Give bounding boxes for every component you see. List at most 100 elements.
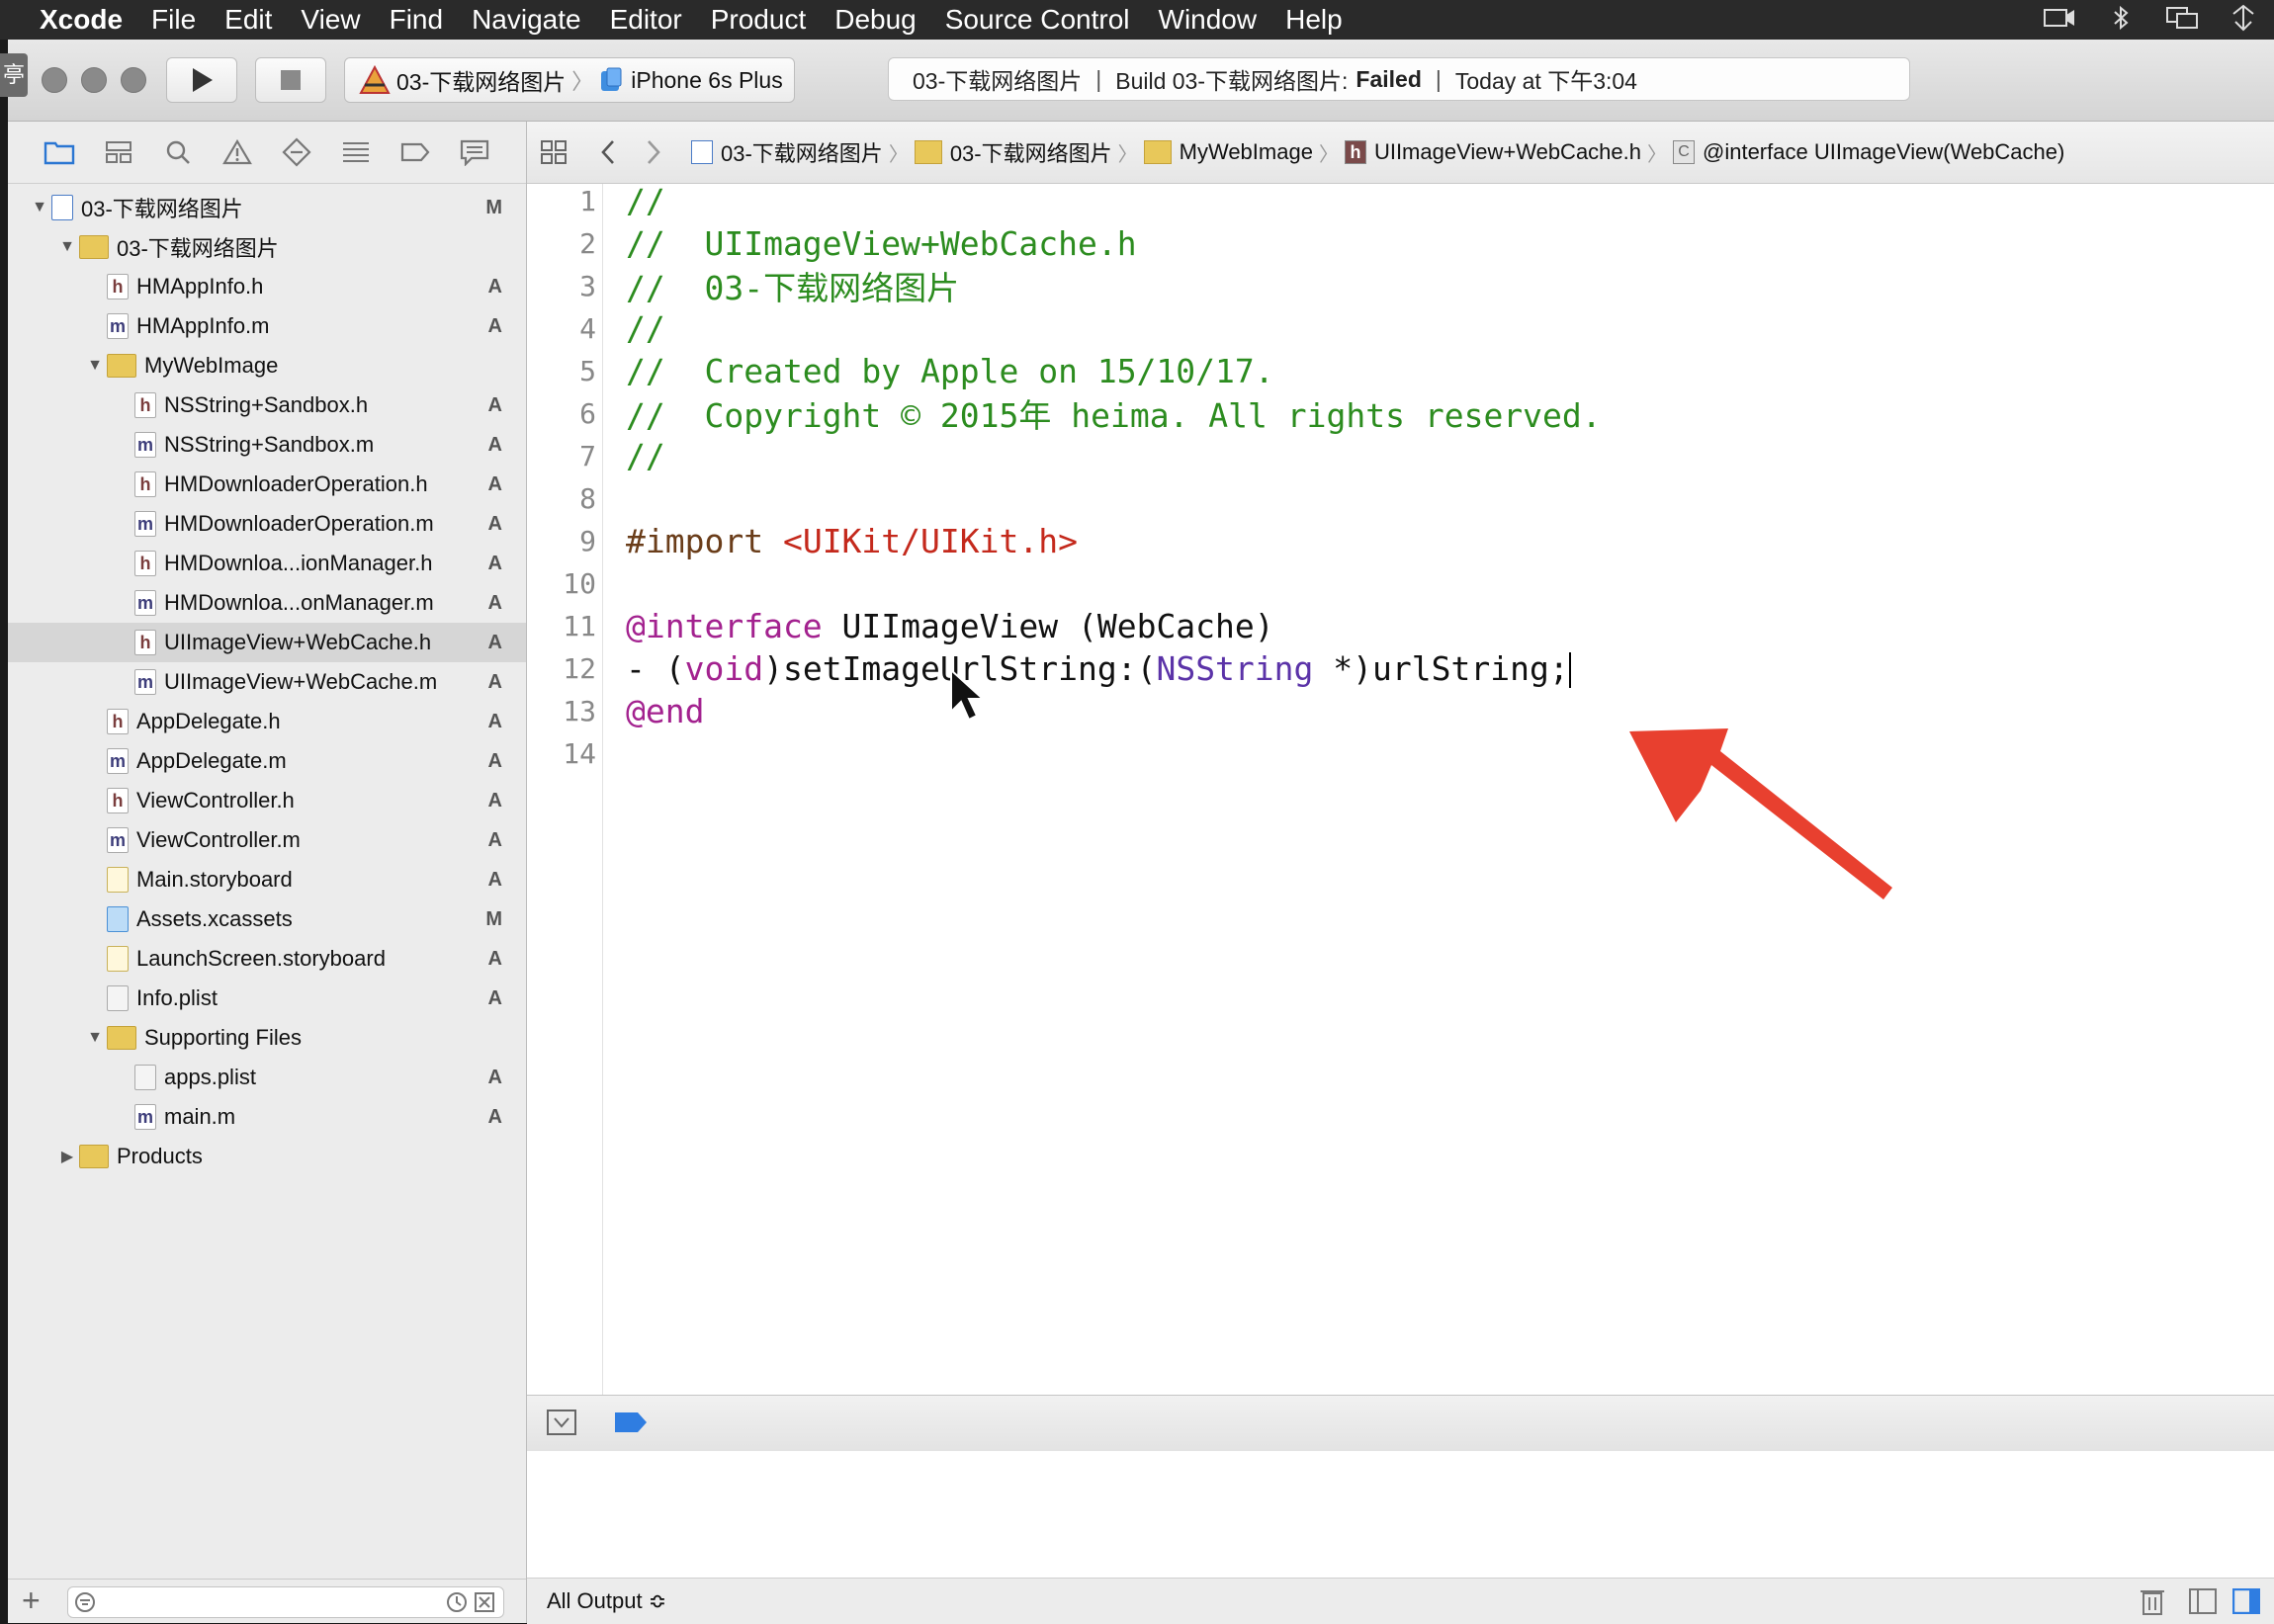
minimize-window-button[interactable] [81,67,107,93]
add-file-icon[interactable]: + [22,1583,41,1617]
breakpoint-navigator-icon[interactable] [386,132,445,172]
disclosure-open-icon[interactable]: ▼ [32,199,47,216]
tree-row[interactable]: ▼ Supporting Files [8,1018,526,1058]
tree-row[interactable]: h AppDelegate.h A [8,702,526,741]
scm-status-badge: A [487,275,502,298]
line-number: 3 [579,269,596,302]
tree-row-label: UIImageView+WebCache.h [164,630,432,654]
breadcrumb-item[interactable]: h UIImageView+WebCache.h [1344,139,1641,165]
recent-files-icon[interactable] [446,1591,468,1613]
scm-status-badge: A [487,986,502,1009]
menu-source-control[interactable]: Source Control [917,4,1130,36]
breadcrumb-item[interactable]: C @interface UIImageView(WebCache) [1673,139,2064,165]
menu-navigate[interactable]: Navigate [443,4,581,36]
line-number: 4 [579,311,596,345]
breadcrumb-item[interactable]: 03-下载网络图片 [914,136,1112,168]
tree-row[interactable]: m UIImageView+WebCache.m A [8,662,526,702]
tree-row[interactable]: h HMDownloa...ionManager.h A [8,544,526,583]
tree-row[interactable]: ▶ Products [8,1137,526,1176]
tree-row[interactable]: m ViewController.m A [8,820,526,860]
menu-edit[interactable]: Edit [196,4,272,36]
breadcrumb-item[interactable]: MyWebImage [1143,139,1313,165]
scheme-selector[interactable]: 03-下载网络图片 〉 iPhone 6s Plus [344,57,795,103]
source-editor[interactable]: 1 2 3 4 5 6 7 8 9 10 11 12 13 14 //// UIImageView+Web… [527,182,2274,1395]
menu-debug[interactable]: Debug [806,4,917,36]
stop-button[interactable] [255,57,326,103]
menu-help[interactable]: Help [1257,4,1343,36]
test-navigator-icon[interactable] [267,132,326,172]
tree-row[interactable]: m HMAppInfo.m A [8,306,526,346]
disclosure-open-icon[interactable]: ▼ [59,238,75,256]
tree-row[interactable]: LaunchScreen.storyboard A [8,939,526,979]
menu-product[interactable]: Product [682,4,807,36]
scm-status-badge: A [487,314,502,337]
line-number-gutter: 1 2 3 4 5 6 7 8 9 10 11 12 13 14 [527,184,603,1395]
trash-icon[interactable] [2140,1586,2165,1622]
close-window-button[interactable] [42,67,67,93]
menu-find[interactable]: Find [361,4,443,36]
tree-row[interactable]: ▼ MyWebImage [8,346,526,385]
displays-icon[interactable] [2165,4,2199,32]
menu-window[interactable]: Window [1130,4,1258,36]
tree-row[interactable]: ▼ 03-下载网络图片 [8,227,526,267]
tree-row[interactable]: Main.storyboard A [8,860,526,899]
disclosure-open-icon[interactable]: ▼ [87,357,103,375]
show-console-view-icon[interactable] [2231,1587,2261,1620]
tree-row[interactable]: h ViewController.h A [8,781,526,820]
menu-app-xcode[interactable]: Xcode [0,4,123,36]
symbol-navigator-icon[interactable] [89,132,148,172]
asset-catalog-icon [107,906,129,932]
implementation-file-icon: m [134,590,156,616]
implementation-file-icon: m [134,432,156,458]
forward-arrow-icon[interactable] [640,138,667,166]
tree-row[interactable]: ▼ 03-下载网络图片 M [8,188,526,227]
tree-row[interactable]: h UIImageView+WebCache.h A [8,623,526,662]
menu-file[interactable]: File [123,4,196,36]
tree-row-label: HMDownloaderOperation.m [164,511,434,536]
debug-navigator-icon[interactable] [326,132,386,172]
related-items-icon[interactable] [537,139,570,165]
storyboard-file-icon [107,867,129,893]
bluetooth-icon[interactable] [2104,4,2138,32]
menu-view[interactable]: View [272,4,360,36]
code-token: // Copyright © 2015年 heima. All rights r… [626,396,1602,436]
show-variables-view-icon[interactable] [2189,1588,2217,1620]
tree-row[interactable]: h HMDownloaderOperation.h A [8,465,526,504]
network-icon[interactable] [2227,4,2260,32]
tree-row[interactable]: h HMAppInfo.h A [8,267,526,306]
screen-record-icon[interactable] [2043,4,2076,32]
back-arrow-icon[interactable] [594,138,622,166]
breakpoints-toggle-icon[interactable] [614,1411,648,1438]
tree-row[interactable]: m main.m A [8,1097,526,1137]
code-token: UIImageView (WebCache) [822,607,1274,645]
line-number: 6 [579,396,596,430]
tree-row[interactable]: Info.plist A [8,979,526,1018]
header-file-icon: h [107,709,129,734]
report-navigator-icon[interactable] [445,132,504,172]
code-token: // UIImageView+WebCache.h [626,223,1137,263]
tree-row[interactable]: m AppDelegate.m A [8,741,526,781]
zoom-window-button[interactable] [121,67,146,93]
tree-row-label: 03-下载网络图片 [117,236,279,261]
output-selector[interactable]: All Output ≎ [547,1588,666,1614]
tree-row[interactable]: m HMDownloaderOperation.m A [8,504,526,544]
folder-icon [914,140,942,164]
hide-debug-area-icon[interactable] [547,1410,576,1440]
disclosure-closed-icon[interactable]: ▶ [59,1147,75,1166]
tree-row[interactable]: h NSString+Sandbox.h A [8,385,526,425]
scm-status-badge: A [487,433,502,456]
tree-row[interactable]: apps.plist A [8,1058,526,1097]
tree-row[interactable]: Assets.xcassets M [8,899,526,939]
tree-row[interactable]: m NSString+Sandbox.m A [8,425,526,465]
find-navigator-icon[interactable] [148,132,208,172]
disclosure-open-icon[interactable]: ▼ [87,1029,103,1047]
run-button[interactable] [166,57,237,103]
tree-row-label: ViewController.m [136,827,301,852]
menu-editor[interactable]: Editor [581,4,682,36]
navigator-filter-field[interactable] [67,1586,504,1618]
breadcrumb-item[interactable]: 03-下载网络图片 [691,136,883,168]
issue-navigator-icon[interactable] [208,132,267,172]
tree-row[interactable]: m HMDownloa...onManager.m A [8,583,526,623]
source-control-filter-icon[interactable] [474,1591,495,1613]
project-navigator-icon[interactable] [30,132,89,172]
